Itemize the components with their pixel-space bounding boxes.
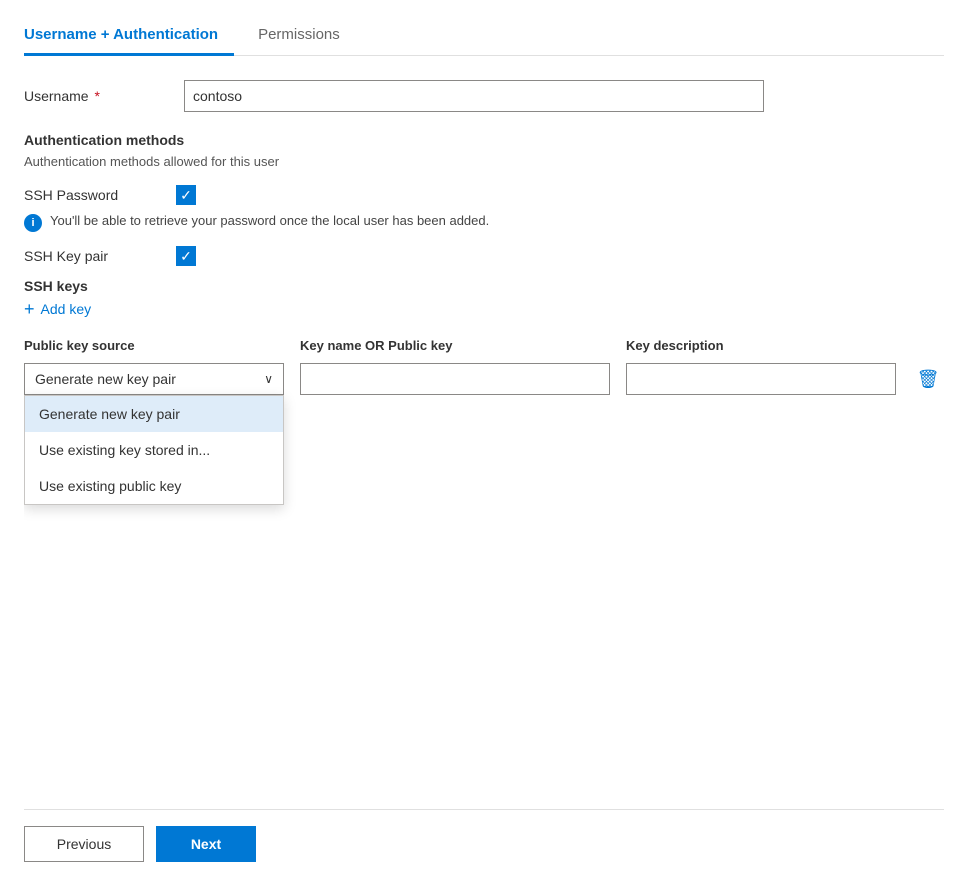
delete-row-button[interactable]: 🗑 <box>912 363 944 395</box>
col-keyname-header: Key name OR Public key <box>300 338 610 353</box>
key-desc-input[interactable] <box>626 363 896 395</box>
source-dropdown-button[interactable]: Generate new key pair ∨ <box>24 363 284 395</box>
ssh-password-row: SSH Password ✓ <box>24 185 944 205</box>
info-icon: i <box>24 214 42 232</box>
dropdown-option-generate[interactable]: Generate new key pair <box>25 396 283 432</box>
footer: Previous Next <box>24 809 944 870</box>
col-desc-header: Key description <box>626 338 944 353</box>
username-input[interactable] <box>184 80 764 112</box>
username-row: Username * <box>24 80 944 112</box>
table-headers: Public key source Key name OR Public key… <box>24 338 944 353</box>
info-row: i You'll be able to retrieve your passwo… <box>24 213 944 232</box>
ssh-keypair-row: SSH Key pair ✓ <box>24 246 944 266</box>
dropdown-option-existing-stored[interactable]: Use existing key stored in... <box>25 432 283 468</box>
key-name-input[interactable] <box>300 363 610 395</box>
delete-icon: 🗑 <box>917 369 940 390</box>
username-label: Username * <box>24 88 184 104</box>
ssh-keys-heading: SSH keys <box>24 278 944 294</box>
ssh-keys-section: SSH keys + Add key Public key source Key… <box>24 278 944 395</box>
source-dropdown-menu: Generate new key pair Use existing key s… <box>24 395 284 505</box>
add-key-label: Add key <box>41 301 92 317</box>
tab-username-authentication[interactable]: Username + Authentication <box>24 16 234 56</box>
add-key-row[interactable]: + Add key <box>24 300 944 318</box>
auth-methods-heading: Authentication methods <box>24 132 944 148</box>
ssh-password-label: SSH Password <box>24 187 164 203</box>
source-dropdown-value: Generate new key pair <box>35 371 176 387</box>
ssh-keypair-checkbox[interactable]: ✓ <box>176 246 196 266</box>
dropdown-option-existing-public[interactable]: Use existing public key <box>25 468 283 504</box>
required-star: * <box>94 88 99 104</box>
col-source-header: Public key source <box>24 338 284 353</box>
previous-button[interactable]: Previous <box>24 826 144 862</box>
content-area: Username * Authentication methods Authen… <box>24 80 944 809</box>
plus-icon: + <box>24 300 35 318</box>
auth-methods-subtext: Authentication methods allowed for this … <box>24 154 944 169</box>
info-message: You'll be able to retrieve your password… <box>50 213 489 228</box>
next-button[interactable]: Next <box>156 826 256 862</box>
source-dropdown-wrapper: Generate new key pair ∨ Generate new key… <box>24 363 284 395</box>
check-icon: ✓ <box>180 188 192 202</box>
ssh-password-checkbox[interactable]: ✓ <box>176 185 196 205</box>
tab-permissions[interactable]: Permissions <box>258 16 356 56</box>
table-row: Generate new key pair ∨ Generate new key… <box>24 363 944 395</box>
check-icon-2: ✓ <box>180 249 192 263</box>
tab-bar: Username + Authentication Permissions <box>24 16 944 56</box>
chevron-down-icon: ∨ <box>264 372 273 386</box>
ssh-keypair-label: SSH Key pair <box>24 248 164 264</box>
